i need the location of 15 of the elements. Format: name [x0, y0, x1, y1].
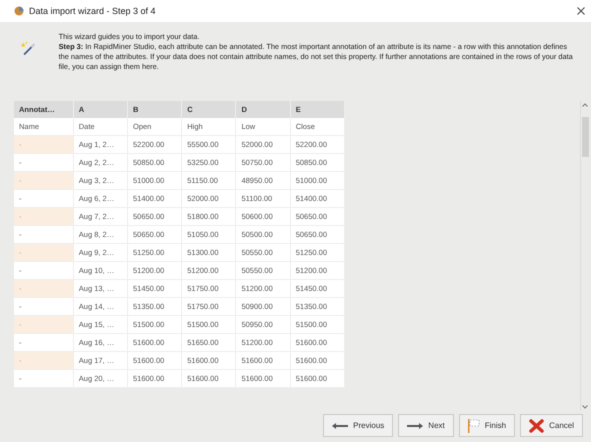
scrollbar[interactable]: [580, 101, 589, 411]
previous-button[interactable]: Previous: [323, 414, 394, 437]
flag-icon: [468, 418, 480, 432]
window-title: Data import wizard - Step 3 of 4: [29, 6, 157, 16]
scroll-down-icon[interactable]: [582, 405, 588, 409]
scrollbar-thumb[interactable]: [582, 117, 589, 157]
app-icon: [14, 6, 24, 16]
arrow-left-icon: [332, 422, 348, 428]
arrow-right-icon: [407, 422, 424, 428]
next-button[interactable]: Next: [398, 414, 454, 437]
cancel-icon: [529, 418, 544, 432]
scroll-up-icon[interactable]: [582, 103, 588, 107]
cancel-button[interactable]: Cancel: [520, 414, 583, 437]
close-icon[interactable]: [577, 7, 585, 15]
finish-button[interactable]: Finish: [458, 414, 516, 437]
